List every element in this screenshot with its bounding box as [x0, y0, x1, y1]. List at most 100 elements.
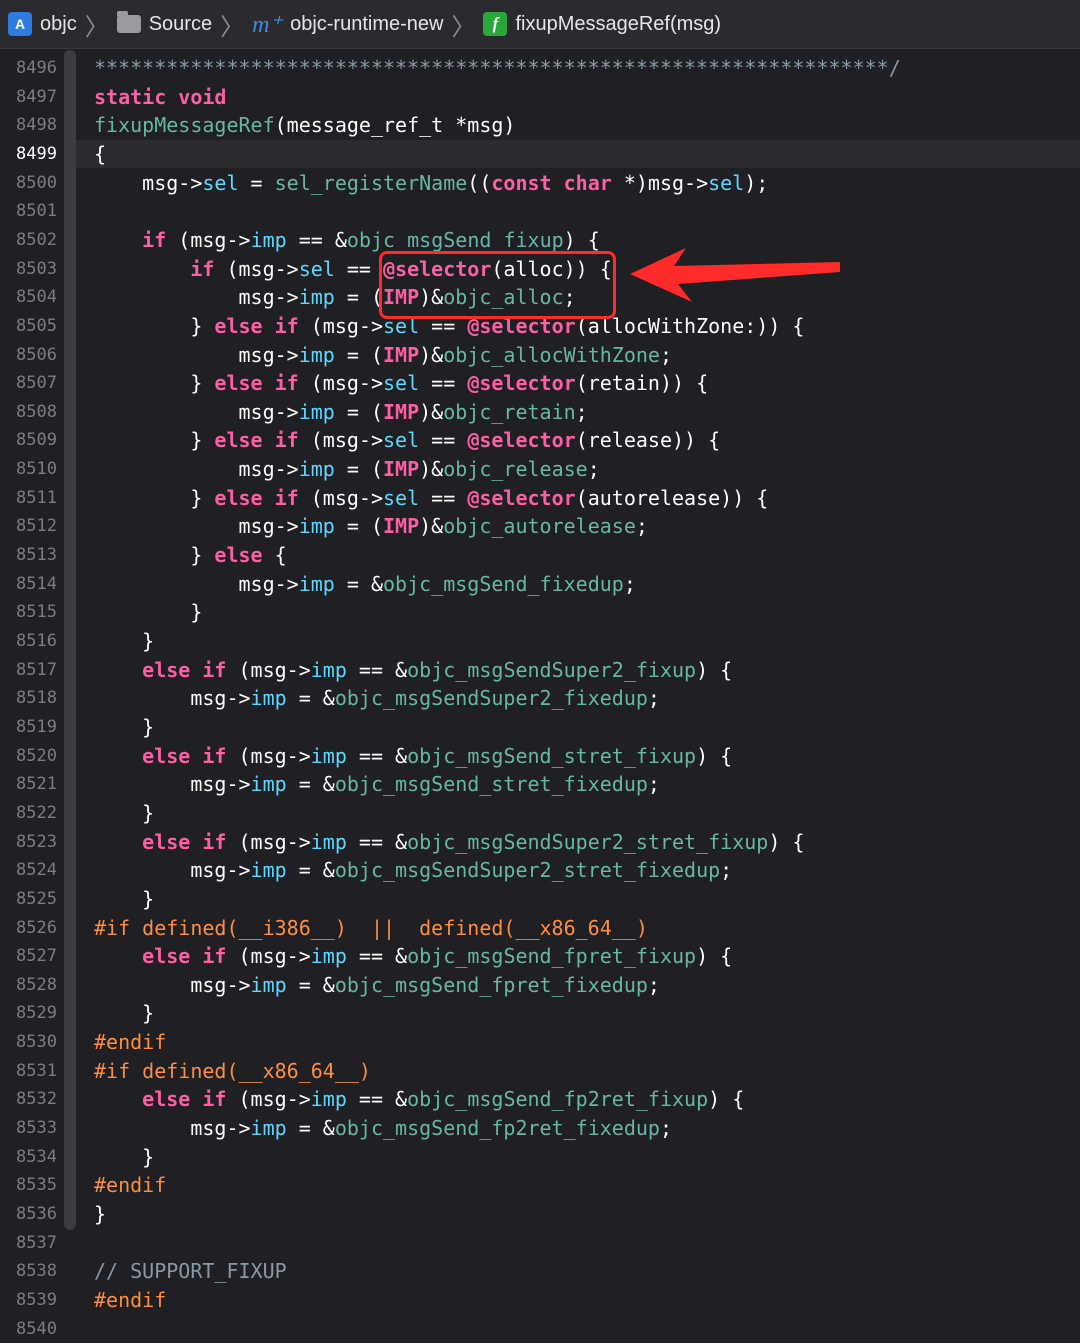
code-line[interactable]: else if (msg->imp == &objc_msgSend_stret… [94, 742, 732, 770]
line-number[interactable]: 8499 [0, 140, 57, 168]
line-number[interactable]: 8502 [0, 226, 57, 254]
line-number[interactable]: 8517 [0, 656, 57, 684]
line-number[interactable]: 8516 [0, 627, 57, 655]
code-token: } [94, 371, 215, 396]
breadcrumb-item-source[interactable]: Source [116, 11, 212, 36]
code-line[interactable]: msg->sel = sel_registerName((const char … [94, 169, 768, 197]
breadcrumb-item-file[interactable]: m⁺ objc-runtime-new [252, 10, 443, 39]
code-line[interactable]: } [94, 713, 154, 741]
code-line[interactable]: msg->imp = &objc_msgSend_fixedup; [94, 570, 635, 598]
line-number[interactable]: 8513 [0, 541, 57, 569]
code-line[interactable]: #endif [94, 1286, 166, 1314]
code-line[interactable]: msg->imp = (IMP)&objc_release; [94, 455, 599, 483]
line-number[interactable]: 8515 [0, 598, 57, 626]
code-line[interactable]: #endif [94, 1171, 166, 1199]
line-number[interactable]: 8526 [0, 914, 57, 942]
line-number[interactable]: 8523 [0, 828, 57, 856]
code-line[interactable]: // SUPPORT_FIXUP [94, 1257, 287, 1285]
code-line[interactable]: #if defined(__i386__) || defined(__x86_6… [94, 914, 648, 942]
code-line[interactable]: msg->imp = (IMP)&objc_autorelease; [94, 512, 647, 540]
line-number[interactable]: 8534 [0, 1143, 57, 1171]
line-number[interactable]: 8525 [0, 885, 57, 913]
code-line[interactable]: } [94, 799, 154, 827]
line-number[interactable]: 8537 [0, 1229, 57, 1257]
code-line[interactable]: static void [94, 83, 226, 111]
code-line[interactable]: } [94, 885, 154, 913]
line-number[interactable]: 8514 [0, 570, 57, 598]
line-number[interactable]: 8529 [0, 999, 57, 1027]
line-number[interactable]: 8531 [0, 1057, 57, 1085]
code-line[interactable]: msg->imp = &objc_msgSend_fpret_fixedup; [94, 971, 660, 999]
line-number[interactable]: 8510 [0, 455, 57, 483]
code-line[interactable]: } else { [94, 541, 286, 569]
code-line[interactable]: msg->imp = &objc_msgSendSuper2_stret_fix… [94, 856, 732, 884]
code-token: (msg-> [166, 227, 251, 252]
line-number[interactable]: 8528 [0, 971, 57, 999]
code-token: } [94, 313, 215, 338]
code-line[interactable]: else if (msg->imp == &objc_msgSendSuper2… [94, 828, 804, 856]
code-line[interactable]: msg->imp = &objc_msgSend_stret_fixedup; [94, 770, 660, 798]
code-area[interactable]: ****************************************… [76, 50, 1080, 1333]
line-number[interactable]: 8512 [0, 512, 57, 540]
code-token: (msg-> [298, 485, 384, 510]
code-line[interactable]: else if (msg->imp == &objc_msgSend_fp2re… [94, 1085, 744, 1113]
line-number[interactable]: 8500 [0, 169, 57, 197]
code-line[interactable]: msg->imp = (IMP)&objc_retain; [94, 398, 587, 426]
line-number[interactable]: 8504 [0, 283, 57, 311]
line-number[interactable]: 8506 [0, 341, 57, 369]
line-number[interactable]: 8511 [0, 484, 57, 512]
code-line[interactable]: else if (msg->imp == &objc_msgSend_fpret… [94, 942, 732, 970]
line-number[interactable]: 8519 [0, 713, 57, 741]
code-line[interactable]: } [94, 999, 154, 1027]
code-line[interactable]: } else if (msg->sel == @selector(retain)… [94, 369, 708, 397]
code-line[interactable]: #if defined(__x86_64__) [94, 1057, 371, 1085]
line-number[interactable]: 8530 [0, 1028, 57, 1056]
line-number[interactable]: 8507 [0, 369, 57, 397]
code-line[interactable]: { [94, 140, 106, 168]
line-number[interactable]: 8508 [0, 398, 57, 426]
code-line[interactable]: } [94, 1200, 106, 1228]
code-token: )& [419, 514, 444, 539]
code-line[interactable]: } [94, 1143, 154, 1171]
code-line[interactable]: msg->imp = &objc_msgSendSuper2_fixedup; [94, 684, 660, 712]
line-number[interactable]: 8535 [0, 1171, 57, 1199]
line-number[interactable]: 8497 [0, 83, 57, 111]
line-number-gutter[interactable]: 8496 8497 8498 8499 8500 8501 8502 8503 8504 8505… [0, 50, 62, 1339]
code-line[interactable]: #endif [94, 1028, 166, 1056]
code-line[interactable]: msg->imp = (IMP)&objc_allocWithZone; [94, 341, 672, 369]
line-number[interactable]: 8532 [0, 1085, 57, 1113]
line-number[interactable]: 8498 [0, 111, 57, 139]
line-number[interactable]: 8540 [0, 1315, 57, 1343]
code-line[interactable]: } else if (msg->sel == @selector(autorel… [94, 484, 768, 512]
code-line[interactable]: } [94, 598, 202, 626]
line-number[interactable]: 8538 [0, 1257, 57, 1285]
line-number[interactable]: 8503 [0, 255, 57, 283]
line-number[interactable]: 8518 [0, 684, 57, 712]
code-line[interactable]: msg->imp = &objc_msgSend_fp2ret_fixedup; [94, 1114, 672, 1142]
line-number[interactable]: 8509 [0, 426, 57, 454]
line-number[interactable]: 8496 [0, 54, 57, 82]
line-number[interactable]: 8524 [0, 856, 57, 884]
breadcrumb-item-objc[interactable]: A objc [8, 12, 77, 36]
code-folding-ribbon[interactable] [64, 50, 76, 1230]
line-number[interactable]: 8533 [0, 1114, 57, 1142]
code-line[interactable]: if (msg->imp == &objc_msgSend_fixup) { [94, 226, 600, 254]
line-number[interactable]: 8522 [0, 799, 57, 827]
code-line[interactable]: } else if (msg->sel == @selector(release… [94, 426, 720, 454]
line-number[interactable]: 8521 [0, 770, 57, 798]
line-number[interactable]: 8501 [0, 197, 57, 225]
code-token: (msg-> [226, 944, 311, 969]
line-number[interactable]: 8527 [0, 942, 57, 970]
line-number[interactable]: 8536 [0, 1200, 57, 1228]
code-line[interactable]: else if (msg->imp == &objc_msgSendSuper2… [94, 656, 732, 684]
line-number[interactable]: 8539 [0, 1286, 57, 1314]
code-line[interactable]: fixupMessageRef(message_ref_t *msg) [94, 111, 515, 139]
code-line[interactable]: } [94, 627, 154, 655]
line-number[interactable]: 8505 [0, 312, 57, 340]
code-line[interactable]: ****************************************… [94, 54, 901, 82]
code-token: ) { [768, 829, 805, 854]
breadcrumb-item-function[interactable]: f fixupMessageRef(msg) [483, 12, 721, 36]
line-number[interactable]: 8520 [0, 742, 57, 770]
code-editor[interactable]: 8496 8497 8498 8499 8500 8501 8502 8503 8504 8505… [0, 50, 1080, 1339]
